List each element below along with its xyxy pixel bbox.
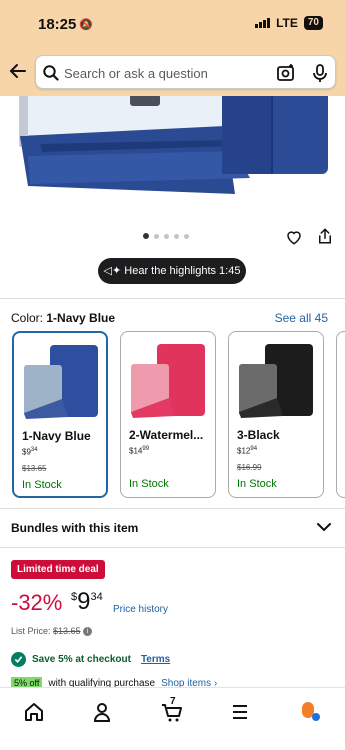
color-label: Color: 1-Navy Blue xyxy=(11,311,115,325)
camera-search-icon[interactable] xyxy=(276,63,296,83)
info-icon[interactable]: i xyxy=(83,627,93,637)
search-icon xyxy=(43,65,59,81)
discount-percent: -32% xyxy=(11,590,63,615)
hear-highlights-button[interactable]: ◁✦ Hear the highlights 1:45 xyxy=(98,258,246,284)
bell-muted-icon: 🔕 xyxy=(79,19,94,31)
price-history-link[interactable]: Price history xyxy=(113,604,168,615)
price-dollars: 9 xyxy=(77,588,91,615)
share-icon[interactable] xyxy=(316,227,334,245)
swatch-name: 1-Navy Blue xyxy=(22,429,91,443)
app: 18:25 🔕 LTE 70 Search or ask a question xyxy=(0,0,345,750)
list-price-label: List Price: xyxy=(11,626,51,636)
bundles-label: Bundles with this item xyxy=(11,521,139,535)
color-swatch-watermelon[interactable]: 2-Watermel... $1499 In Stock xyxy=(120,331,216,498)
bundles-row[interactable]: Bundles with this item xyxy=(0,508,345,548)
status-right: LTE 70 xyxy=(255,16,323,30)
list-price-value: $13.65 xyxy=(53,626,81,636)
swatch-price: $1294 xyxy=(237,446,258,456)
highlights-label: Hear the highlights 1:45 xyxy=(124,265,241,277)
status-time: 18:25 🔕 xyxy=(38,16,93,33)
terms-link[interactable]: Terms xyxy=(141,654,170,665)
image-pager-dots[interactable] xyxy=(143,233,189,239)
product-image[interactable] xyxy=(0,96,345,216)
menu-icon[interactable] xyxy=(228,700,252,724)
ipad-case-illustration xyxy=(19,96,328,194)
color-swatch-peek[interactable]: - xyxy=(336,331,345,498)
swatch-name: 3-Black xyxy=(237,428,280,442)
swatch-price: $1499 xyxy=(129,446,150,456)
swatch-image xyxy=(239,344,313,418)
see-all-colors-link[interactable]: See all 45 xyxy=(275,311,328,325)
save-at-checkout: Save 5% at checkout Terms xyxy=(11,652,170,667)
price-currency: $ xyxy=(71,591,78,603)
color-selected-value: 1-Navy Blue xyxy=(46,311,116,325)
microphone-icon[interactable] xyxy=(311,63,329,83)
save-text: Save 5% at checkout xyxy=(32,654,131,665)
search-placeholder: Search or ask a question xyxy=(64,66,208,81)
checkmark-icon xyxy=(11,652,26,667)
swatch-price: $934 xyxy=(22,447,38,457)
divider xyxy=(0,298,345,299)
signal-icon xyxy=(255,18,271,28)
color-label-text: Color: xyxy=(11,311,44,325)
home-icon[interactable] xyxy=(22,700,46,724)
color-swatch-navy[interactable]: 1-Navy Blue $934 $13.65 In Stock xyxy=(12,331,108,498)
bottom-tab-bar: 7 xyxy=(0,687,345,750)
chevron-down-icon xyxy=(317,523,331,532)
search-input[interactable]: Search or ask a question xyxy=(35,55,336,89)
swatch-image xyxy=(24,345,98,419)
heart-icon[interactable] xyxy=(285,228,303,246)
account-icon[interactable] xyxy=(90,700,114,724)
battery-icon: 70 xyxy=(303,16,323,30)
back-arrow-icon[interactable] xyxy=(8,61,28,81)
search-bar: Search or ask a question xyxy=(0,50,345,96)
network-label: LTE xyxy=(276,16,298,30)
swatch-stock: In Stock xyxy=(237,478,277,490)
rufus-icon[interactable] xyxy=(298,700,322,724)
limited-deal-badge: Limited time deal xyxy=(11,560,105,579)
deal-price: $934 xyxy=(71,588,103,616)
time-text: 18:25 xyxy=(38,16,77,33)
status-bar: 18:25 🔕 LTE 70 xyxy=(0,0,345,50)
swatch-name: 2-Watermel... xyxy=(129,428,204,442)
cart-icon[interactable]: 7 xyxy=(160,696,184,724)
swatch-stock: In Stock xyxy=(22,479,62,491)
price-cents: 34 xyxy=(90,591,103,603)
swatch-image xyxy=(131,344,205,418)
list-price: List Price: $13.65 i xyxy=(11,626,93,637)
color-swatch-black[interactable]: 3-Black $1294 $16.99 In Stock xyxy=(228,331,324,498)
speaker-sparkle-icon: ◁✦ xyxy=(103,265,122,277)
cart-count-badge: 7 xyxy=(170,696,176,707)
swatch-list-price: $13.65 xyxy=(22,464,47,473)
swatch-list-price: $16.99 xyxy=(237,463,262,472)
swatch-stock: In Stock xyxy=(129,478,169,490)
